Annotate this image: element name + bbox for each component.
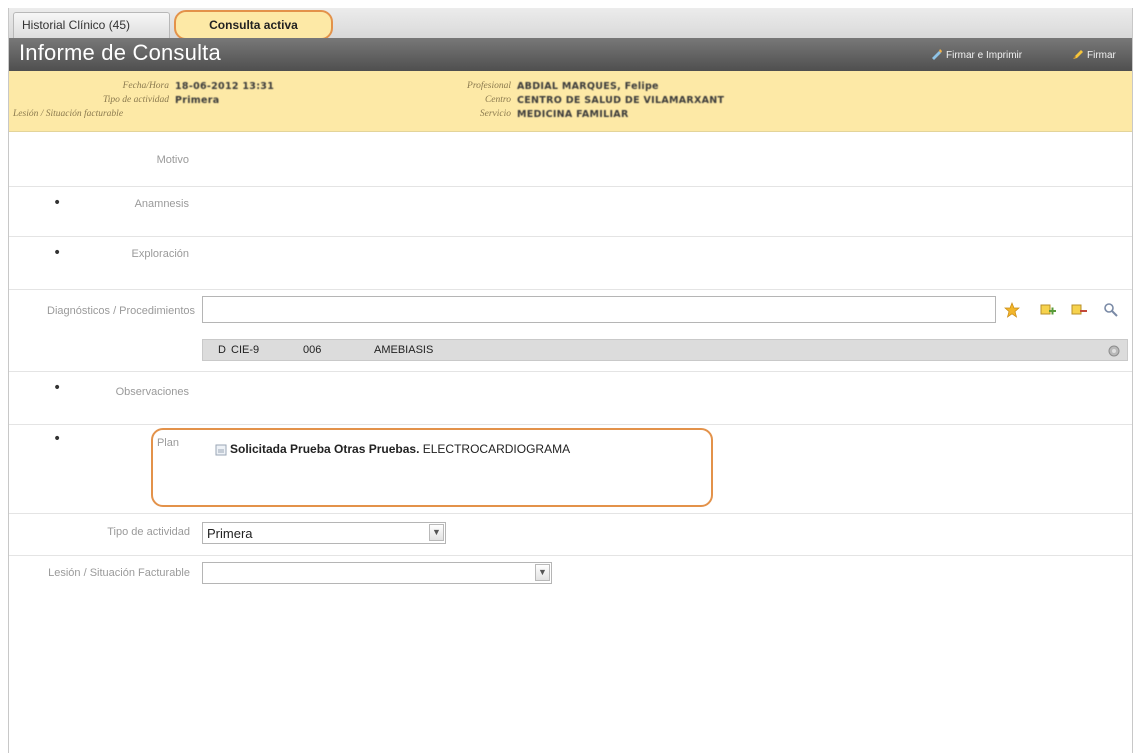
lesion-select[interactable]: ▼ [202, 562, 552, 584]
diagnosis-code: 006 [303, 344, 322, 356]
lesion-info-label: Lesión / Situación facturable [13, 109, 124, 119]
anamnesis-row[interactable]: • Anamnesis [9, 187, 1132, 237]
plan-expand-bullet[interactable]: • [53, 431, 61, 447]
centro-value: CENTRO DE SALUD DE VILAMARXANT [517, 95, 725, 106]
diagnosis-type: D [218, 344, 226, 356]
plan-entry: Solicitada Prueba Otras Pruebas. ELECTRO… [230, 442, 570, 456]
centro-label: Centro [484, 95, 511, 105]
diagnosis-description: AMEBIASIS [374, 344, 434, 356]
star-icon[interactable] [1004, 302, 1020, 321]
profesional-value: ABDIAL MARQUES, Felipe [517, 81, 659, 92]
plan-highlight [151, 428, 713, 507]
sign-print-label: Firmar e Imprimir [946, 50, 1023, 61]
diagnosis-entry-row[interactable]: D CIE-9 006 AMEBIASIS [202, 339, 1128, 361]
tipo-actividad-select[interactable]: Primera ▼ [202, 522, 446, 544]
diagnosticos-label: Diagnósticos / Procedimientos [47, 305, 195, 317]
title-bar: Informe de Consulta Firmar e Imprimir Fi… [9, 38, 1132, 71]
observaciones-row[interactable]: • Observaciones [9, 372, 1132, 425]
tipo-actividad-info-value: Primera [175, 95, 220, 106]
tab-bar: Historial Clínico (45) Consulta activa [9, 8, 1132, 40]
lesion-row: Lesión / Situación Facturable ▼ [9, 556, 1132, 596]
fecha-value: 18-06-2012 13:31 [175, 81, 275, 92]
motivo-label: Motivo [156, 154, 189, 166]
chevron-down-icon[interactable]: ▼ [429, 524, 444, 541]
diagnosticos-row: Diagnósticos / Procedimientos D CIE-9 00… [9, 290, 1132, 372]
anamnesis-expand-bullet[interactable]: • [53, 195, 61, 211]
tipo-actividad-row: Tipo de actividad Primera ▼ [9, 514, 1132, 556]
pencil-icon [1072, 48, 1084, 60]
tipo-actividad-info-label: Tipo de actividad [103, 95, 169, 105]
search-icon[interactable] [1103, 302, 1119, 321]
lesion-label: Lesión / Situación Facturable [48, 567, 190, 579]
tipo-actividad-label: Tipo de actividad [107, 526, 190, 538]
sign-label: Firmar [1087, 50, 1116, 61]
tipo-actividad-selected-value: Primera [207, 526, 253, 541]
servicio-label: Servicio [479, 109, 511, 119]
plan-label: Plan [156, 437, 179, 449]
observaciones-expand-bullet[interactable]: • [53, 380, 61, 396]
exploracion-label: Exploración [131, 248, 189, 260]
tab-historial-clinico[interactable]: Historial Clínico (45) [13, 12, 170, 38]
consulta-window: Historial Clínico (45) Consulta activa I… [8, 8, 1133, 753]
add-code-icon[interactable] [1039, 302, 1057, 321]
motivo-row[interactable]: Motivo [9, 132, 1132, 187]
diagnosis-code-system: CIE-9 [231, 344, 260, 356]
chevron-down-icon[interactable]: ▼ [535, 564, 550, 581]
fecha-label: Fecha/Hora [122, 81, 169, 91]
exploracion-expand-bullet[interactable]: • [53, 245, 61, 261]
servicio-value: MEDICINA FAMILIAR [517, 109, 629, 120]
plan-entry-title: Solicitada Prueba Otras Pruebas. [230, 442, 420, 456]
diagnosticos-search-input[interactable] [202, 296, 996, 323]
gear-icon[interactable] [1106, 343, 1122, 362]
sign-button[interactable]: Firmar [1072, 48, 1116, 61]
observaciones-label: Observaciones [115, 386, 189, 398]
exploracion-row[interactable]: • Exploración [9, 237, 1132, 290]
plan-row[interactable]: • Plan Solicitada Prueba Otras Pruebas. … [9, 425, 1132, 514]
sign-print-icon [931, 48, 943, 60]
sign-print-button[interactable]: Firmar e Imprimir [931, 48, 1022, 61]
document-icon[interactable] [215, 444, 227, 459]
page-title: Informe de Consulta [19, 40, 221, 65]
consultation-info-band: Fecha/Hora 18-06-2012 13:31 Tipo de acti… [9, 71, 1132, 132]
tab-consulta-activa[interactable]: Consulta activa [174, 10, 333, 40]
plan-entry-detail: ELECTROCARDIOGRAMA [422, 442, 571, 456]
profesional-label: Profesional [467, 81, 511, 91]
anamnesis-label: Anamnesis [134, 198, 189, 210]
remove-code-icon[interactable] [1070, 302, 1088, 321]
